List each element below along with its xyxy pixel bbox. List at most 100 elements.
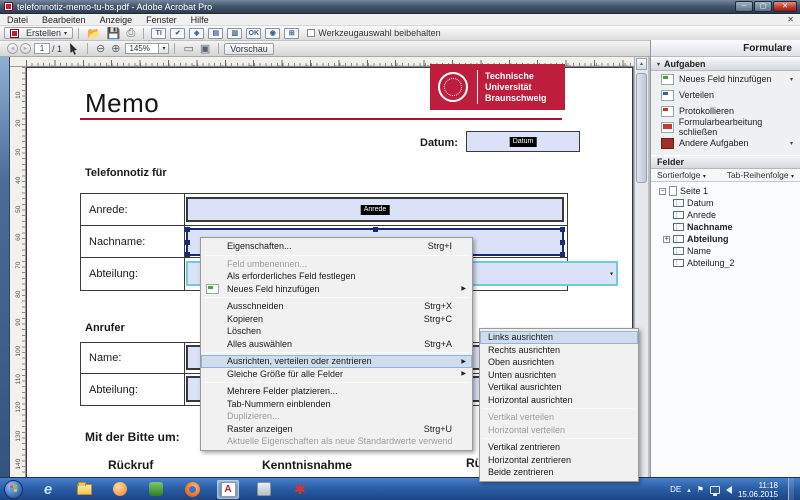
start-button[interactable] <box>4 480 23 499</box>
task-verteilen[interactable]: Verteilen <box>651 87 800 103</box>
task-neues-feld[interactable]: Neues Feld hinzufügen ▾ <box>651 71 800 87</box>
taskbar-explorer[interactable] <box>73 480 95 499</box>
panel-title: Formulare <box>651 40 800 57</box>
sort-order-dropdown[interactable]: Sortierfolge ▾ <box>657 170 706 180</box>
task-andere-aufgaben[interactable]: Andere Aufgaben ▾ <box>651 135 800 151</box>
tree-item-seite1[interactable]: − Seite 1 <box>651 185 800 197</box>
menu-item-kopieren[interactable]: KopierenStrg+C <box>201 313 472 326</box>
save-icon[interactable]: 💾 <box>107 27 121 40</box>
keep-tool-checkbox[interactable] <box>307 29 315 37</box>
menu-item-eigenschaften[interactable]: Eigenschaften...Strg+I <box>201 240 472 253</box>
menu-hilfe[interactable]: Hilfe <box>184 15 216 25</box>
vorschau-button[interactable]: Vorschau <box>224 43 274 55</box>
submenu-item-rechts-ausrichten[interactable]: Rechts ausrichten <box>480 344 638 357</box>
submenu-item-links-ausrichten[interactable]: Links ausrichten <box>480 331 638 344</box>
menu-item-mehrere-felder[interactable]: Mehrere Felder platzieren... <box>201 385 472 398</box>
zoom-out-icon[interactable]: ⊖ <box>96 42 105 55</box>
tasks-section-header[interactable]: ▾ Aufgaben <box>651 57 800 71</box>
fields-section-header[interactable]: Felder <box>651 155 800 169</box>
tree-item-nachname[interactable]: Nachname <box>651 221 800 233</box>
radio-button-tool-icon[interactable]: ◈ <box>189 28 204 39</box>
menu-item-raster-anzeigen[interactable]: Raster anzeigenStrg+U <box>201 423 472 436</box>
list-box-tool-icon[interactable]: ▤ <box>208 28 223 39</box>
next-page-icon[interactable]: ► <box>20 43 31 54</box>
taskbar-media-app[interactable] <box>109 480 131 499</box>
scroll-up-icon[interactable]: ▲ <box>636 58 647 70</box>
dropdown-tool-icon[interactable]: ▥ <box>227 28 242 39</box>
zoom-level-input[interactable]: 145% <box>125 43 159 54</box>
tab-order-dropdown[interactable]: Tab-Reihenfolge ▾ <box>727 170 794 180</box>
page-number-input[interactable]: 1 <box>34 43 50 54</box>
zoom-dropdown-icon[interactable]: ▾ <box>159 43 169 54</box>
action-center-flag-icon[interactable]: ⚑ <box>697 485 704 494</box>
menu-item-ausschneiden[interactable]: AusschneidenStrg+X <box>201 300 472 313</box>
ruler-label: 40 <box>10 172 26 188</box>
menu-bearbeiten[interactable]: Bearbeiten <box>35 15 93 25</box>
open-file-icon[interactable]: 📂 <box>87 27 101 40</box>
menu-datei[interactable]: Datei <box>0 15 35 25</box>
menu-item-neues-feld[interactable]: Neues Feld hinzufügen ▶ <box>201 283 472 296</box>
taskbar-firefox[interactable] <box>181 480 203 499</box>
taskbar-red-app[interactable]: ✱ <box>289 480 311 499</box>
submenu-item-horizontal-ausrichten[interactable]: Horizontal ausrichten <box>480 394 638 407</box>
zoom-in-icon[interactable]: ⊕ <box>111 42 120 55</box>
scrollbar-thumb[interactable] <box>636 73 647 183</box>
submenu-item-vertikal-zentrieren[interactable]: Vertikal zentrieren <box>480 441 638 454</box>
datum-form-field[interactable]: Datum <box>466 131 580 152</box>
submenu-item-oben-ausrichten[interactable]: Oben ausrichten <box>480 356 638 369</box>
tree-item-abteilung2[interactable]: Abteilung_2 <box>651 257 800 269</box>
show-desktop-button[interactable] <box>788 478 794 500</box>
hidden-icons-arrow[interactable]: ▴ <box>687 486 691 494</box>
menu-bar: Datei Bearbeiten Anzeige Fenster Hilfe <box>0 14 800 26</box>
document-close-icon[interactable]: ✕ <box>787 15 794 24</box>
tree-item-abteilung[interactable]: + Abteilung <box>651 233 800 245</box>
submenu-item-vertikal-ausrichten[interactable]: Vertikal ausrichten <box>480 381 638 394</box>
menu-item-erforderliches-feld[interactable]: Als erforderliches Feld festlegen <box>201 270 472 283</box>
menu-item-loeschen[interactable]: Löschen <box>201 325 472 338</box>
fit-width-icon[interactable]: ▭ <box>183 42 193 55</box>
tray-clock[interactable]: 11:1815.06.2015 <box>738 481 778 499</box>
minimize-button[interactable]: ─ <box>735 1 753 12</box>
erstellen-button[interactable]: Erstellen ▾ <box>4 27 73 39</box>
submenu-item-unten-ausrichten[interactable]: Unten ausrichten <box>480 369 638 382</box>
text-field-tool-icon[interactable]: TI <box>151 28 166 39</box>
taskbar-internet-explorer[interactable]: e <box>37 480 59 499</box>
expander-closed-icon[interactable]: + <box>663 236 670 243</box>
tree-item-anrede[interactable]: Anrede <box>651 209 800 221</box>
tree-item-datum[interactable]: Datum <box>651 197 800 209</box>
taskbar-green-app[interactable] <box>145 480 167 499</box>
volume-icon[interactable] <box>726 486 732 494</box>
barcode-tool-icon[interactable]: ⊞ <box>284 28 299 39</box>
menu-item-ausrichten[interactable]: Ausrichten, verteilen oder zentrieren ▶ <box>201 355 472 368</box>
select-tool-icon[interactable] <box>69 43 79 55</box>
language-indicator[interactable]: DE <box>670 485 681 494</box>
option-kenntnisnahme: Kenntnisnahme <box>262 458 352 472</box>
expander-open-icon[interactable]: − <box>659 188 666 195</box>
menu-item-tab-nummern[interactable]: Tab-Nummern einblenden <box>201 398 472 411</box>
check-box-tool-icon[interactable]: ✔ <box>170 28 185 39</box>
taskbar-gray-app[interactable] <box>253 480 275 499</box>
menu-anzeige[interactable]: Anzeige <box>93 15 140 25</box>
anrede-form-field[interactable]: Anrede <box>186 197 564 222</box>
submenu-item-beide-zentrieren[interactable]: Beide zentrieren <box>480 466 638 479</box>
tu-braunschweig-logo: Technische Universität Braunschweig <box>430 64 565 110</box>
title-bar[interactable]: telefonnotiz-memo-tu-bs.pdf - Adobe Acro… <box>0 0 800 14</box>
menu-fenster[interactable]: Fenster <box>139 15 184 25</box>
network-icon[interactable] <box>710 486 720 494</box>
menu-item-gleiche-groesse[interactable]: Gleiche Größe für alle Felder ▶ <box>201 368 472 381</box>
tree-item-name[interactable]: Name <box>651 245 800 257</box>
button-tool-icon[interactable]: OK <box>246 28 261 39</box>
ruler-label: 30 <box>10 144 26 160</box>
maximize-button[interactable]: ▢ <box>754 1 772 12</box>
submenu-item-horizontal-zentrieren[interactable]: Horizontal zentrieren <box>480 454 638 467</box>
navigation-pane-strip[interactable] <box>0 57 10 477</box>
menu-item-alles-auswaehlen[interactable]: Alles auswählenStrg+A <box>201 338 472 351</box>
signature-tool-icon[interactable]: ◉ <box>265 28 280 39</box>
taskbar-acrobat-active[interactable]: A <box>217 480 239 499</box>
close-button[interactable]: ✕ <box>773 1 797 12</box>
task-formularbearbeitung-schliessen[interactable]: Formularbearbeitung schließen <box>651 119 800 135</box>
print-icon[interactable]: ⎙ <box>126 27 135 40</box>
fit-page-icon[interactable]: ▣ <box>200 42 210 55</box>
gray-app-icon <box>257 482 271 496</box>
previous-page-icon[interactable]: ◄ <box>7 43 18 54</box>
